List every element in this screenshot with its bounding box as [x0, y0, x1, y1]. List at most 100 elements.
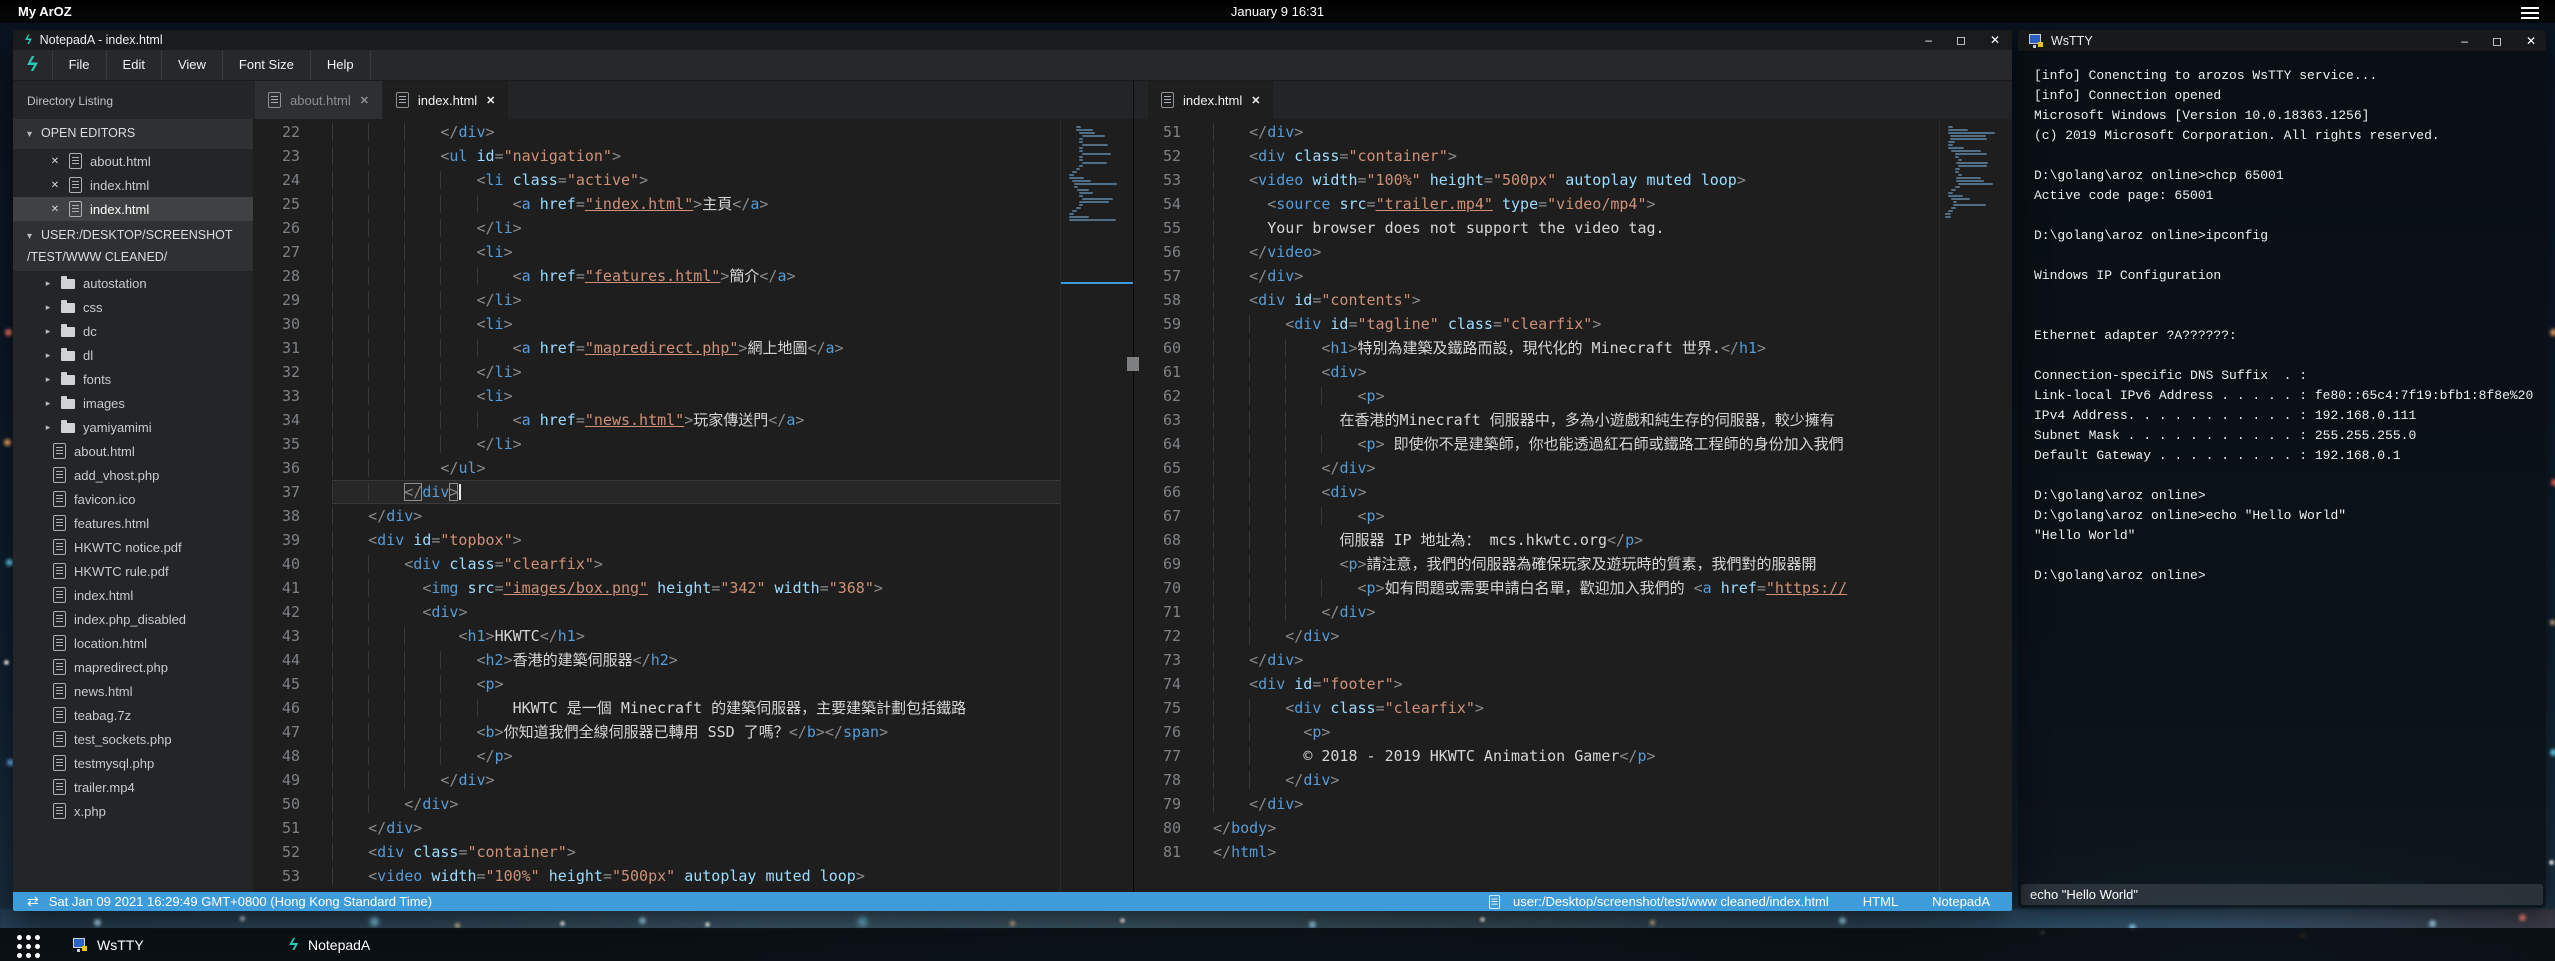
sidebar-file[interactable]: news.html	[13, 679, 253, 703]
terminal-input[interactable]: echo "Hello World"	[2021, 884, 2543, 905]
file-icon	[1489, 895, 1500, 909]
close-button[interactable]: ✕	[1990, 34, 2000, 46]
line-number: 35	[253, 432, 300, 456]
close-icon[interactable]: ✕	[486, 94, 495, 107]
editor-right[interactable]: 5152535455565758596061626364656667686970…	[1134, 119, 2012, 893]
tab-index.html[interactable]: index.html✕	[383, 81, 508, 119]
close-icon[interactable]: ✕	[360, 94, 369, 107]
sidebar-file[interactable]: x.php	[13, 799, 253, 823]
close-button[interactable]: ✕	[2526, 35, 2536, 47]
sidebar-file[interactable]: HKWTC notice.pdf	[13, 535, 253, 559]
open-editor-item[interactable]: ✕index.html	[13, 197, 253, 221]
close-icon[interactable]: ✕	[49, 180, 61, 191]
sidebar-file[interactable]: HKWTC rule.pdf	[13, 559, 253, 583]
menu-item-edit[interactable]: Edit	[107, 50, 161, 80]
maximize-button[interactable]: ◻	[2492, 35, 2502, 47]
sidebar-file[interactable]: index.html	[13, 583, 253, 607]
code-line: <div>	[1213, 360, 1940, 384]
menu-item-help[interactable]: Help	[311, 50, 370, 80]
file-name: HKWTC notice.pdf	[74, 540, 182, 555]
sidebar-folder-yamiyamimi[interactable]: ▸yamiyamimi	[13, 415, 253, 439]
sidebar-file[interactable]: favicon.ico	[13, 487, 253, 511]
minimap-line	[1079, 195, 1083, 197]
line-number: 53	[1134, 168, 1181, 192]
tab-index.html[interactable]: index.html✕	[1148, 81, 1273, 119]
minimap-line	[1076, 207, 1081, 209]
taskbar-item-notepada[interactable]: ϟ NotepadA	[289, 928, 474, 961]
notepada-logo-icon: ϟ	[13, 54, 52, 77]
tab-about.html[interactable]: about.html✕	[255, 81, 382, 119]
minimap-line	[1082, 135, 1105, 137]
sidebar-file[interactable]: teabag.7z	[13, 703, 253, 727]
code-line: </li>	[332, 216, 1061, 240]
file-icon	[396, 92, 409, 108]
code-area[interactable]: </div> <ul id="navigation"> <li class="a…	[320, 119, 1061, 893]
sidebar-folder-fonts[interactable]: ▸fonts	[13, 367, 253, 391]
sidebar-file[interactable]: add_vhost.php	[13, 463, 253, 487]
minimap-line	[1951, 150, 1981, 152]
hamburger-menu-icon[interactable]	[2521, 6, 2539, 18]
file-icon	[53, 707, 66, 723]
pane-splitter-handle[interactable]	[1127, 357, 1139, 371]
minimap-line	[1953, 201, 1957, 203]
line-number: 45	[253, 672, 300, 696]
open-editors-section-header[interactable]: ▾OPEN EDITORS	[13, 119, 253, 149]
minimap[interactable]	[1060, 119, 1133, 893]
sidebar-folder-dc[interactable]: ▸dc	[13, 319, 253, 343]
line-number: 51	[1134, 120, 1181, 144]
sidebar-folder-autostation[interactable]: ▸autostation	[13, 271, 253, 295]
editor-left[interactable]: 2223242526272829303132333435363738394041…	[253, 119, 1133, 893]
file-name: features.html	[74, 516, 149, 531]
close-icon[interactable]: ✕	[49, 156, 61, 167]
sidebar-file[interactable]: index.php_disabled	[13, 607, 253, 631]
chevron-right-icon: ▸	[43, 350, 53, 361]
close-icon[interactable]: ✕	[49, 204, 61, 215]
app-grid-icon[interactable]	[14, 932, 40, 958]
file-name: index.html	[74, 588, 133, 603]
open-editor-item[interactable]: ✕about.html	[13, 149, 253, 173]
file-icon	[53, 755, 66, 771]
open-editor-item[interactable]: ✕index.html	[13, 173, 253, 197]
editor-pane-left: about.html✕index.html✕ 22232425262728293…	[253, 81, 1133, 893]
sidebar-folder-css[interactable]: ▸css	[13, 295, 253, 319]
sidebar-file[interactable]: test_sockets.php	[13, 727, 253, 751]
minimize-button[interactable]: –	[1925, 34, 1932, 46]
minimap-line	[1958, 165, 1987, 167]
minimap[interactable]	[1939, 119, 2012, 893]
sidebar-file[interactable]: location.html	[13, 631, 253, 655]
maximize-button[interactable]: ◻	[1956, 34, 1966, 46]
menu-item-view[interactable]: View	[162, 50, 222, 80]
sidebar-file[interactable]: trailer.mp4	[13, 775, 253, 799]
code-line: <a href="index.html">主頁</a>	[332, 192, 1061, 216]
sidebar-file[interactable]: testmysql.php	[13, 751, 253, 775]
notepada-titlebar[interactable]: ϟ NotepadA - index.html – ◻ ✕	[13, 30, 2012, 50]
menu-item-file[interactable]: File	[53, 50, 106, 80]
workspace-folder-header[interactable]: ▾USER:/DESKTOP/SCREENSHOT/TEST/WWW CLEAN…	[13, 221, 253, 271]
minimap-line	[1082, 144, 1108, 146]
status-language[interactable]: HTML	[1863, 894, 1898, 909]
sidebar-file[interactable]: about.html	[13, 439, 253, 463]
menu-item-font-size[interactable]: Font Size	[223, 50, 310, 80]
sidebar-folder-images[interactable]: ▸images	[13, 391, 253, 415]
sidebar-file[interactable]: features.html	[13, 511, 253, 535]
terminal-line: Default Gateway . . . . . . . . . : 192.…	[2034, 446, 2530, 466]
line-number: 54	[1134, 192, 1181, 216]
line-number: 68	[1134, 528, 1181, 552]
code-line: <div id="tagline" class="clearfix">	[1213, 312, 1940, 336]
code-line: <li>	[332, 240, 1061, 264]
sidebar-file[interactable]: mapredirect.php	[13, 655, 253, 679]
code-area[interactable]: </div> <div class="container"> <video wi…	[1201, 119, 1940, 893]
code-line: </html>	[1213, 840, 1940, 864]
minimap-line	[1950, 135, 1987, 137]
code-line: </div>	[1213, 120, 1940, 144]
taskbar-item-wstty[interactable]: WsTTY	[72, 928, 257, 961]
minimize-button[interactable]: –	[2461, 35, 2468, 47]
minimap-line	[1948, 192, 1953, 194]
code-line: <div class="container">	[1213, 144, 1940, 168]
terminal-line	[2034, 146, 2530, 166]
terminal-line: [info] Conencting to arozos WsTTY servic…	[2034, 66, 2530, 86]
wstty-titlebar[interactable]: WsTTY – ◻ ✕	[2018, 30, 2546, 52]
sidebar-folder-dl[interactable]: ▸dl	[13, 343, 253, 367]
file-name: trailer.mp4	[74, 780, 135, 795]
close-icon[interactable]: ✕	[1251, 94, 1260, 107]
